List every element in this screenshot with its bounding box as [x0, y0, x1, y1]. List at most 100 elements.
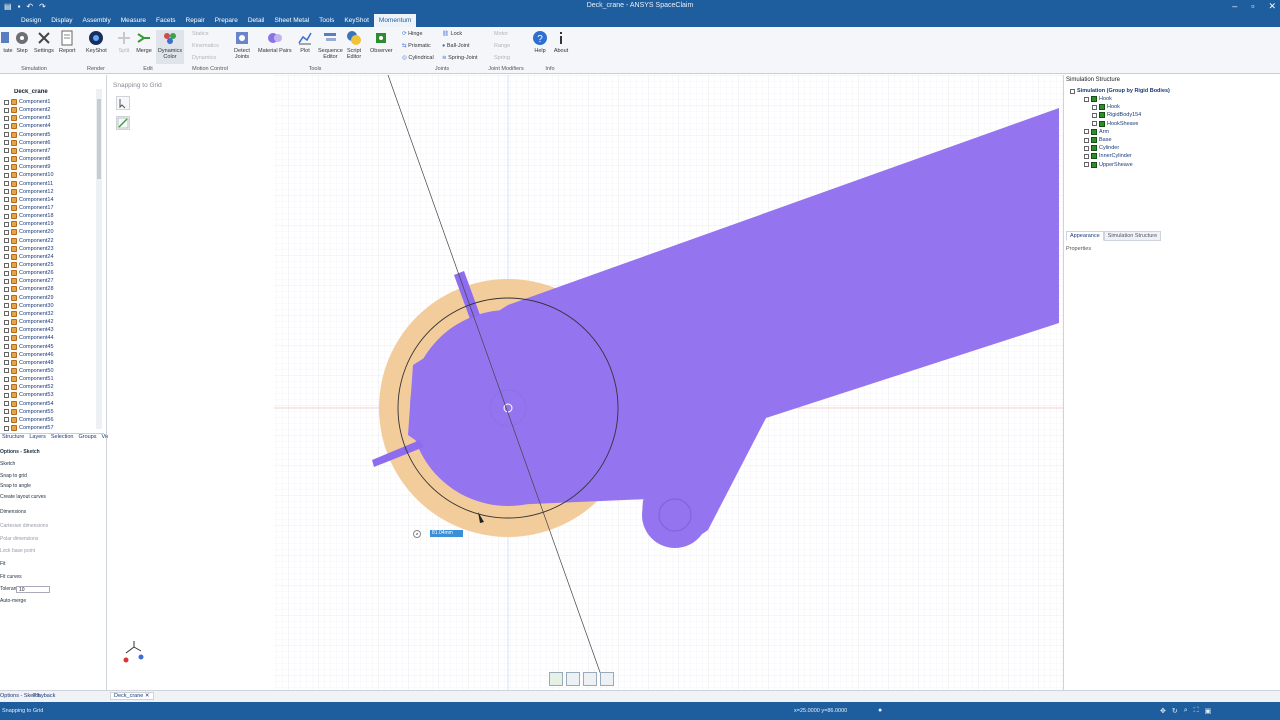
visibility-checkbox[interactable]	[4, 270, 9, 276]
design-canvas[interactable]: Snapping to Grid ⌀ 81.04mm	[108, 75, 1063, 690]
visibility-checkbox[interactable]	[4, 295, 9, 301]
fit-icon[interactable]: ⛶	[1194, 707, 1199, 715]
visibility-checkbox[interactable]	[4, 327, 9, 333]
option-item[interactable]: Fit	[0, 561, 6, 567]
tree-item[interactable]: Component50	[4, 367, 54, 375]
option-item[interactable]: Snap to grid	[0, 473, 27, 479]
tree-item[interactable]: Component7	[4, 147, 51, 155]
tree-item[interactable]: Component8	[4, 155, 51, 163]
tree-item[interactable]: Component56	[4, 416, 54, 424]
visibility-checkbox[interactable]	[4, 319, 9, 325]
visibility-checkbox[interactable]	[4, 115, 9, 121]
panel-tab-structure[interactable]: Structure	[2, 434, 24, 442]
menu-item-design[interactable]: Design	[16, 14, 46, 27]
tree-item[interactable]: Component44	[4, 334, 54, 342]
visibility-checkbox[interactable]	[4, 229, 9, 235]
mini-toolbar-button-2[interactable]	[566, 672, 580, 686]
visibility-checkbox[interactable]	[4, 205, 9, 211]
close-tab-icon[interactable]: ✕	[145, 693, 150, 699]
visibility-checkbox[interactable]	[4, 417, 9, 423]
tree-item[interactable]: Component12	[4, 188, 54, 196]
visibility-checkbox[interactable]	[4, 140, 9, 146]
tree-item[interactable]: Component23	[4, 245, 54, 253]
structure-checkbox[interactable]	[1084, 96, 1089, 102]
visibility-checkbox[interactable]	[4, 172, 9, 178]
structure-item[interactable]: RigidBody154	[1092, 111, 1141, 119]
visibility-checkbox[interactable]	[4, 221, 9, 227]
pencil-tool-button[interactable]	[116, 116, 130, 130]
tree-item[interactable]: Component6	[4, 139, 51, 147]
pan-icon[interactable]: ✥	[1160, 707, 1166, 715]
tree-item[interactable]: Component53	[4, 391, 54, 399]
visibility-checkbox[interactable]	[4, 384, 9, 390]
tree-item[interactable]: Component45	[4, 343, 54, 351]
menu-item-keyshot[interactable]: KeyShot	[339, 14, 374, 27]
tree-item[interactable]: Component4	[4, 122, 51, 130]
visibility-checkbox[interactable]	[4, 254, 9, 260]
structure-item[interactable]: InnerCylinder	[1084, 152, 1132, 160]
option-item[interactable]: Cartesian dimensions	[0, 523, 48, 529]
visibility-checkbox[interactable]	[4, 107, 9, 113]
keyshot-button[interactable]: KeyShot	[86, 30, 107, 54]
tree-item[interactable]: Component43	[4, 326, 54, 334]
menu-item-prepare[interactable]: Prepare	[210, 14, 243, 27]
tolerance-input[interactable]: 10	[16, 586, 50, 593]
visibility-checkbox[interactable]	[4, 278, 9, 284]
tree-item[interactable]: Component27	[4, 277, 54, 285]
panel-tab-layers[interactable]: Layers	[29, 434, 46, 442]
visibility-checkbox[interactable]	[4, 262, 9, 268]
option-item[interactable]: Polar dimensions	[0, 536, 38, 542]
visibility-checkbox[interactable]	[4, 376, 9, 382]
tree-item[interactable]: Component42	[4, 318, 54, 326]
structure-checkbox[interactable]	[1092, 112, 1097, 118]
structure-checkbox[interactable]	[1084, 162, 1089, 168]
report-button[interactable]: Report	[59, 30, 76, 54]
tree-item[interactable]: Component14	[4, 196, 54, 204]
about-button[interactable]: About	[553, 30, 569, 54]
visibility-checkbox[interactable]	[4, 181, 9, 186]
merge-button[interactable]: Merge	[136, 30, 152, 54]
range-button[interactable]: Range	[494, 43, 510, 50]
visibility-checkbox[interactable]	[4, 344, 9, 349]
tree-item[interactable]: Component30	[4, 302, 54, 310]
tree-item[interactable]: Component32	[4, 310, 54, 318]
tab-simulation-structure[interactable]: Simulation Structure	[1103, 231, 1162, 241]
step-button[interactable]: Step	[14, 30, 30, 54]
tree-item[interactable]: Component26	[4, 269, 54, 277]
visibility-checkbox[interactable]	[4, 409, 9, 415]
visibility-checkbox[interactable]	[4, 246, 9, 252]
tree-item[interactable]: Component28	[4, 285, 54, 293]
ball-joint-button[interactable]: ● Ball-Joint	[442, 43, 469, 50]
visibility-checkbox[interactable]	[4, 164, 9, 170]
tree-item[interactable]: Component3	[4, 114, 51, 122]
cylindrical-button[interactable]: ◎ Cylindrical	[402, 55, 434, 62]
tree-item[interactable]: Component10	[4, 171, 54, 179]
close-window-button[interactable]: ✕	[1268, 1, 1276, 12]
lock-button[interactable]: ⛓ Lock	[442, 31, 462, 38]
tree-item[interactable]: Component9	[4, 163, 51, 171]
visibility-checkbox[interactable]	[4, 148, 9, 154]
observer-button[interactable]: Observer	[370, 30, 393, 54]
visibility-checkbox[interactable]	[4, 123, 9, 129]
option-item[interactable]: Snap to angle	[0, 483, 31, 489]
mini-toolbar-button-1[interactable]	[549, 672, 563, 686]
viewport[interactable]	[108, 75, 1063, 690]
prismatic-button[interactable]: ⇆ Prismatic	[402, 43, 431, 50]
tree-root[interactable]: Deck_crane	[14, 89, 48, 95]
option-item[interactable]: Dimensions	[0, 509, 26, 515]
structure-item[interactable]: Hook	[1092, 103, 1120, 111]
structure-item[interactable]: Cylinder	[1084, 144, 1119, 152]
detect-joints-button[interactable]: Detect Joints	[234, 30, 250, 60]
menu-item-tools[interactable]: Tools	[314, 14, 339, 27]
document-tab[interactable]: Deck_crane ✕	[110, 692, 154, 700]
tree-item[interactable]: Component25	[4, 261, 54, 269]
option-item[interactable]: Fit curves	[0, 574, 22, 580]
visibility-checkbox[interactable]	[4, 311, 9, 317]
option-item[interactable]: Sketch	[0, 461, 15, 467]
structure-item[interactable]: Base	[1084, 136, 1112, 144]
tree-item[interactable]: Component55	[4, 408, 54, 416]
visibility-checkbox[interactable]	[4, 197, 9, 203]
select-tool-button[interactable]	[116, 96, 130, 110]
tree-item[interactable]: Component5	[4, 131, 51, 139]
option-item[interactable]: Create layout curves	[0, 494, 46, 500]
